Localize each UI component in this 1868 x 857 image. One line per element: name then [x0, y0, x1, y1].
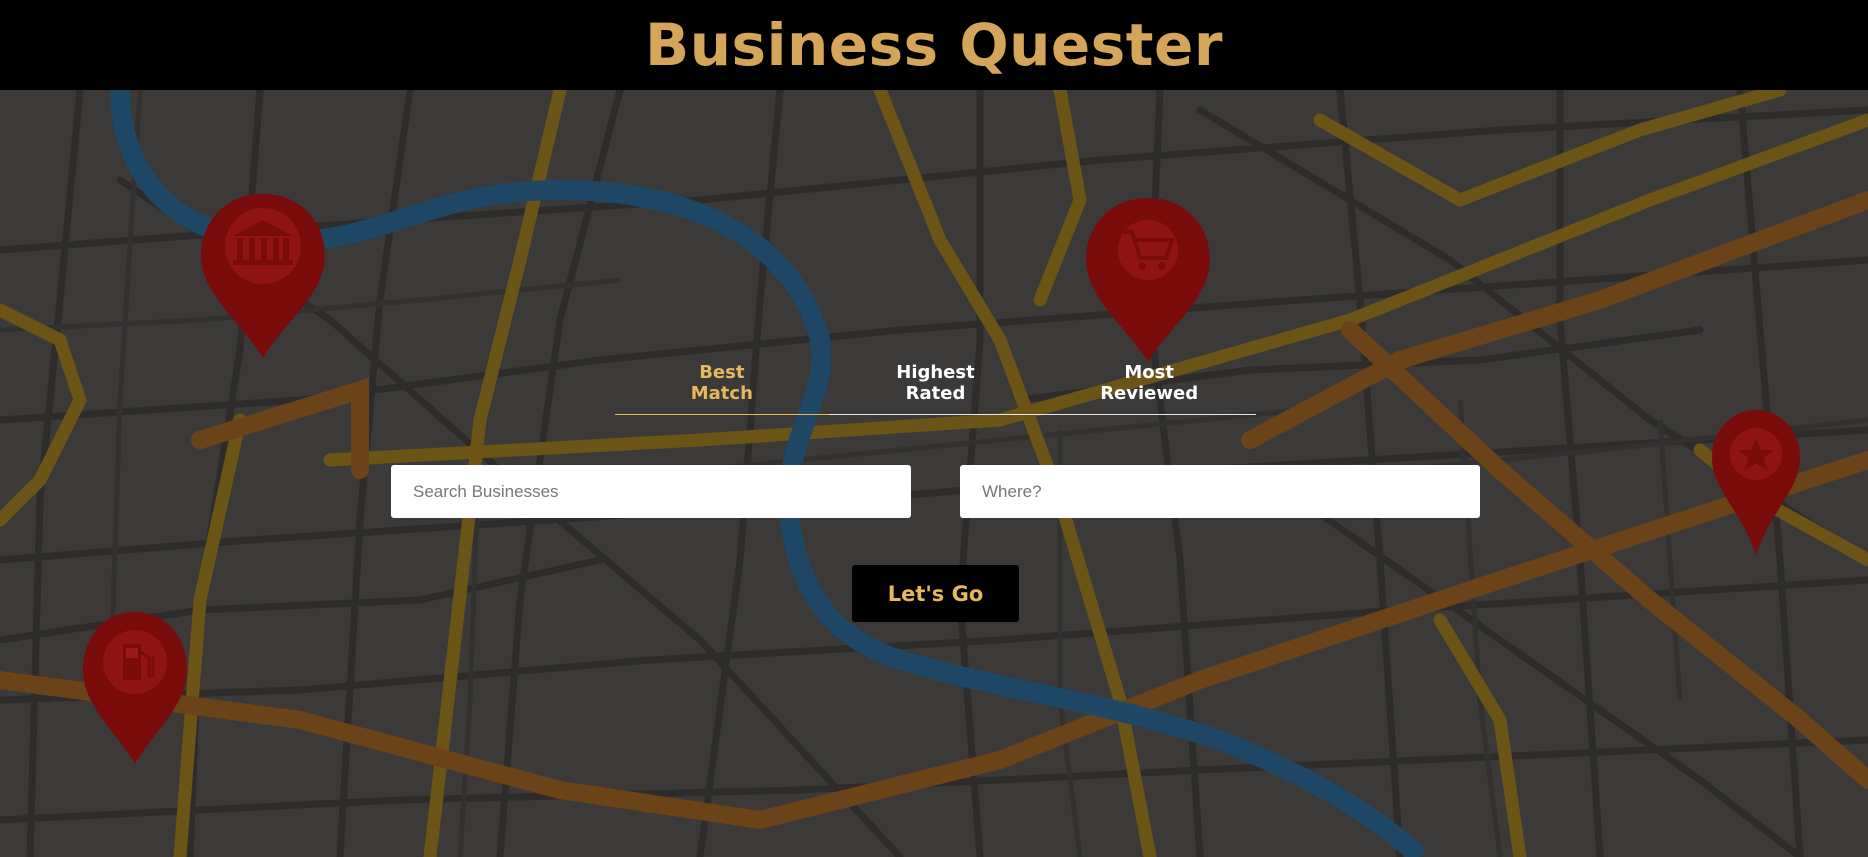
app-header: Business Quester: [0, 0, 1868, 90]
lets-go-button[interactable]: Let's Go: [852, 565, 1019, 622]
app-title: Business Quester: [645, 11, 1223, 79]
location-input[interactable]: [960, 465, 1480, 518]
tab-best-match-label-2: Match: [690, 383, 753, 404]
tab-highest-rated[interactable]: Highest Rated: [829, 362, 1043, 414]
tab-best-match-label-1: Best: [699, 362, 745, 383]
tab-most-reviewed-label-1: Most: [1124, 362, 1174, 383]
tab-highest-rated-label-1: Highest: [896, 362, 975, 383]
sort-tabs: Best Match Highest Rated Most Reviewed: [615, 362, 1256, 415]
tab-most-reviewed[interactable]: Most Reviewed: [1042, 362, 1256, 414]
tab-best-match[interactable]: Best Match: [615, 362, 829, 415]
search-businesses-input[interactable]: [391, 465, 911, 518]
tab-highest-rated-label-2: Rated: [905, 383, 966, 404]
tab-most-reviewed-label-2: Reviewed: [1100, 383, 1199, 404]
search-panel: Best Match Highest Rated Most Reviewed L…: [0, 0, 1868, 857]
